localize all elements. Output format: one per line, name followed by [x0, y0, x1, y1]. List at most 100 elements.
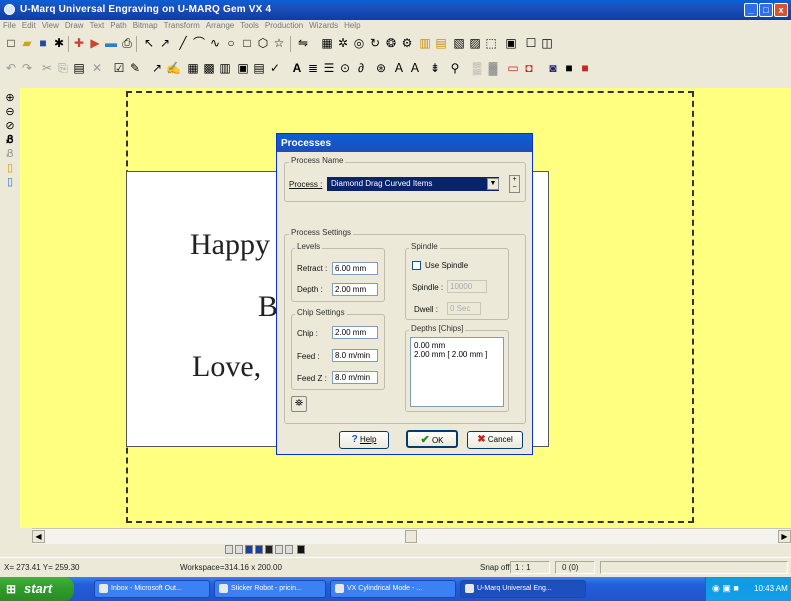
feed-field[interactable]: 8.0 m/min	[332, 349, 378, 362]
process-select[interactable]: Diamond Drag Curved Items	[327, 177, 499, 191]
select-icon[interactable]: ↖	[142, 36, 156, 50]
clock[interactable]: 10:43 AM	[754, 584, 788, 593]
split-icon[interactable]: ▤	[252, 61, 266, 75]
depths-list[interactable]: 0.00 mm 2.00 mm [ 2.00 mm ]	[410, 337, 504, 407]
minimize-button[interactable]: _	[744, 3, 758, 17]
prev-page-icon[interactable]	[235, 545, 243, 554]
spindle-field[interactable]: 10000	[447, 280, 487, 293]
feedz-field[interactable]: 8.0 m/min	[332, 371, 378, 384]
menu-help[interactable]: Help	[341, 20, 363, 30]
ungroup-icon[interactable]: ⬚	[484, 36, 498, 50]
fit-page-icon[interactable]: ▯	[4, 176, 16, 188]
snap-status[interactable]: Snap off	[480, 563, 510, 572]
tools-icon[interactable]: ✱	[52, 36, 66, 50]
paint-icon[interactable]: ✎	[128, 61, 142, 75]
array-icon[interactable]: ▦	[320, 36, 334, 50]
zoom-extents-icon[interactable]: Ᏸ	[4, 134, 16, 146]
rotate-icon[interactable]: ↻	[368, 36, 382, 50]
chevron-down-icon[interactable]: ▼	[487, 178, 499, 190]
dwell-field[interactable]: 0 Sec	[447, 302, 481, 315]
task-vx-mode[interactable]: VX Cylindrical Mode - ...	[330, 580, 456, 598]
maximize-button[interactable]: □	[759, 3, 773, 17]
line-icon[interactable]: ╱	[176, 36, 190, 50]
spacing-icon[interactable]: Ａ	[408, 61, 422, 75]
list-item[interactable]: 0.00 mm	[414, 341, 445, 350]
arc-icon[interactable]: ⌒	[192, 36, 206, 50]
page-view-icon[interactable]: ▯	[4, 162, 16, 174]
chip-field[interactable]: 2.00 mm	[332, 326, 378, 339]
engraving-text-line-1[interactable]: Happy	[190, 228, 270, 262]
offset-icon[interactable]: ◎	[352, 36, 366, 50]
align-left-icon[interactable]: ▥	[418, 36, 432, 50]
layer-icon[interactable]: ▧	[452, 36, 466, 50]
page-icon[interactable]	[255, 545, 263, 554]
first-page-icon[interactable]	[225, 545, 233, 554]
mirror-icon[interactable]: ⇋	[296, 36, 310, 50]
page-icon[interactable]	[245, 545, 253, 554]
hatch-icon[interactable]: ▒	[470, 61, 484, 75]
cancel-button[interactable]: ✖ Cancel	[467, 431, 523, 449]
pen-icon[interactable]: ↗	[150, 61, 164, 75]
menu-production[interactable]: Production	[262, 20, 306, 30]
scroll-right-button[interactable]: ▶	[778, 530, 791, 543]
border-icon[interactable]: ◘	[522, 61, 536, 75]
fit-icon[interactable]: ⚲	[448, 61, 462, 75]
star-icon[interactable]: ☆	[272, 36, 286, 50]
serial-icon[interactable]: ⊛	[374, 61, 388, 75]
fill-icon[interactable]: ❂	[384, 36, 398, 50]
title-bar[interactable]: U-Marq Universal Engraving on U-MARQ Gem…	[0, 0, 791, 20]
machine-icon[interactable]: ◙	[546, 61, 560, 75]
menu-wizards[interactable]: Wizards	[306, 20, 341, 30]
import-icon[interactable]: ✚	[72, 36, 86, 50]
window-split-icon[interactable]: ◫	[540, 36, 554, 50]
pattern-icon[interactable]: ▓	[486, 61, 500, 75]
scan-icon[interactable]: ▬	[104, 36, 118, 50]
next-page-icon[interactable]	[275, 545, 283, 554]
ok-button[interactable]: ✔ OK	[406, 430, 458, 448]
menu-path[interactable]: Path	[107, 20, 129, 30]
menu-file[interactable]: File	[0, 20, 19, 30]
close-button[interactable]: x	[774, 3, 788, 17]
engraving-text-line-2[interactable]: B	[258, 290, 278, 324]
edit-text-icon[interactable]: ☑	[112, 61, 126, 75]
engraving-text-line-3[interactable]: Love,	[192, 350, 261, 384]
distribute-icon[interactable]: ▦	[186, 61, 200, 75]
open-icon[interactable]: ▰	[20, 36, 34, 50]
new-icon[interactable]: □	[4, 36, 18, 50]
menu-bitmap[interactable]: Bitmap	[130, 20, 161, 30]
circle-icon[interactable]: ○	[224, 36, 238, 50]
save-icon[interactable]: ■	[36, 36, 50, 50]
menu-tools[interactable]: Tools	[237, 20, 262, 30]
process-spinner[interactable]: + −	[509, 175, 520, 193]
scroll-left-button[interactable]: ◀	[32, 530, 45, 543]
menu-draw[interactable]: Draw	[62, 20, 87, 30]
depth-field[interactable]: 2.00 mm	[332, 283, 378, 296]
use-spindle-checkbox[interactable]	[412, 261, 421, 270]
last-page-icon[interactable]	[285, 545, 293, 554]
lock-icon[interactable]: ⛯	[291, 396, 307, 412]
copy-icon[interactable]: ⎘	[56, 61, 70, 75]
menu-arrange[interactable]: Arrange	[203, 20, 237, 30]
menu-view[interactable]: View	[39, 20, 62, 30]
send-icon[interactable]: ■	[578, 61, 592, 75]
preview-icon[interactable]: ▣	[504, 36, 518, 50]
page-icon[interactable]	[265, 545, 273, 554]
freehand-icon[interactable]: ✍	[166, 61, 181, 75]
node-edit-icon[interactable]: ↗	[158, 36, 172, 50]
insert-icon[interactable]: ⇟	[428, 61, 442, 75]
join-icon[interactable]: ▩	[202, 61, 216, 75]
text-circle-icon[interactable]: ⊙	[338, 61, 352, 75]
tray-icons[interactable]: ◉ ▣ ■	[712, 583, 739, 594]
zoom-in-icon[interactable]: ⊕	[4, 92, 16, 104]
retract-field[interactable]: 6.00 mm	[332, 262, 378, 275]
polygon-icon[interactable]: ⬡	[256, 36, 270, 50]
zoom-selection-icon[interactable]: Ᏸ	[4, 148, 16, 160]
menu-transform[interactable]: Transform	[161, 20, 203, 30]
cut-icon[interactable]: ✂	[40, 61, 54, 75]
list-item[interactable]: 2.00 mm [ 2.00 mm ]	[414, 350, 487, 359]
add-page-icon[interactable]	[297, 545, 305, 554]
align-center-icon[interactable]: ▤	[434, 36, 448, 50]
menu-text[interactable]: Text	[87, 20, 108, 30]
help-button[interactable]: ? Help	[339, 431, 389, 449]
frame-icon[interactable]: ▭	[506, 61, 520, 75]
